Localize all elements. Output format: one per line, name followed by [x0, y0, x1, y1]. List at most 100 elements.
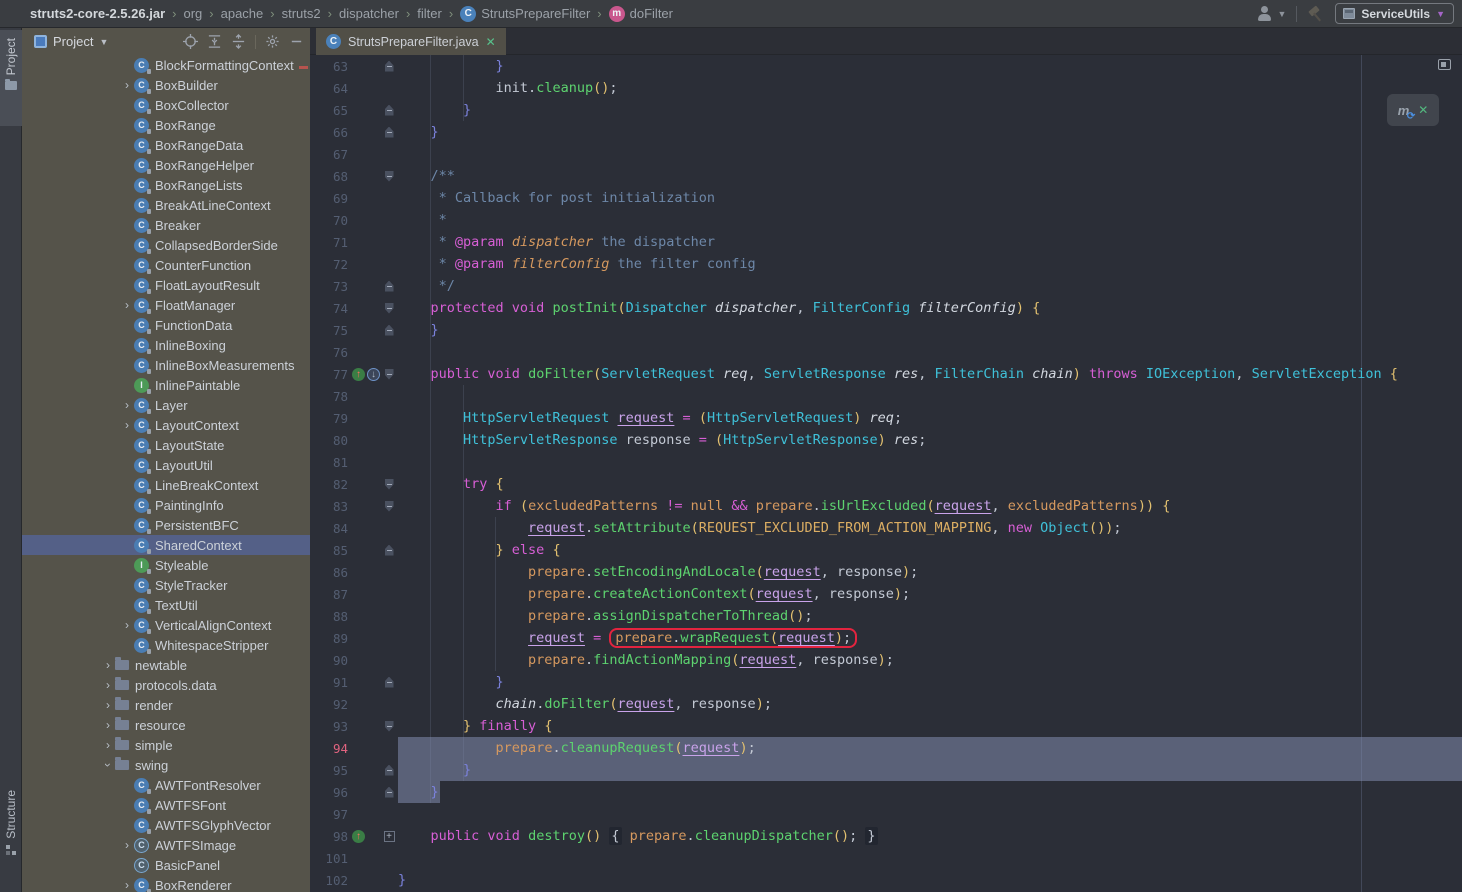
chevron-right-icon[interactable]: › — [120, 418, 134, 432]
editor-widget-icon[interactable] — [1438, 59, 1451, 70]
line-number[interactable]: 67 — [310, 147, 348, 162]
tree-item-breakatlinecontext[interactable]: CBreakAtLineContext — [22, 195, 310, 215]
line-number[interactable]: 93 — [310, 719, 348, 734]
code-line-71[interactable]: 71 * @param dispatcher the dispatcher — [310, 231, 1462, 253]
code-line-101[interactable]: 101 — [310, 847, 1462, 869]
code-text[interactable]: } — [398, 759, 471, 781]
code-text[interactable]: } — [398, 671, 504, 693]
code-line-75[interactable]: 75 } — [310, 319, 1462, 341]
gutter[interactable]: 66 — [310, 121, 398, 143]
code-line-96[interactable]: 96 } — [310, 781, 1462, 803]
fold-start-icon[interactable] — [385, 171, 394, 182]
fold-end-icon[interactable] — [385, 787, 394, 798]
code-line-89[interactable]: 89 request = prepare.wrapRequest(request… — [310, 627, 1462, 649]
code-line-72[interactable]: 72 * @param filterConfig the filter conf… — [310, 253, 1462, 275]
line-number[interactable]: 98 — [310, 829, 348, 844]
tree-item-boxrangedata[interactable]: CBoxRangeData — [22, 135, 310, 155]
code-text[interactable]: /** — [398, 165, 455, 187]
code-line-76[interactable]: 76 — [310, 341, 1462, 363]
code-line-90[interactable]: 90 prepare.findActionMapping(request, re… — [310, 649, 1462, 671]
code-line-80[interactable]: 80 HttpServletResponse response = (HttpS… — [310, 429, 1462, 451]
tool-window-button-structure[interactable]: Structure — [0, 790, 22, 892]
code-line-94[interactable]: 94 prepare.cleanupRequest(request); — [310, 737, 1462, 759]
gutter[interactable]: 80 — [310, 429, 398, 451]
gutter[interactable]: 98↑+ — [310, 825, 398, 847]
overrides-method-icon[interactable]: ↑ — [352, 830, 365, 843]
gutter[interactable]: 101 — [310, 847, 398, 869]
code-text[interactable]: public void destroy() { prepare.cleanupD… — [398, 825, 878, 847]
gutter[interactable]: 92 — [310, 693, 398, 715]
gutter[interactable]: 90 — [310, 649, 398, 671]
code-text[interactable]: * @param dispatcher the dispatcher — [398, 231, 715, 253]
chevron-right-icon[interactable]: › — [101, 678, 115, 692]
chevron-right-icon[interactable]: › — [120, 878, 134, 892]
code-text[interactable]: request.setAttribute(REQUEST_EXCLUDED_FR… — [398, 517, 1122, 539]
code-line-79[interactable]: 79 HttpServletRequest request = (HttpSer… — [310, 407, 1462, 429]
code-line-66[interactable]: 66 } — [310, 121, 1462, 143]
code-text[interactable]: } — [398, 99, 471, 121]
code-text[interactable]: prepare.setEncodingAndLocale(request, re… — [398, 561, 918, 583]
code-line-63[interactable]: 63 } — [310, 55, 1462, 77]
line-number[interactable]: 66 — [310, 125, 348, 140]
code-text[interactable]: HttpServletRequest request = (HttpServle… — [398, 407, 902, 429]
gutter[interactable]: 85 — [310, 539, 398, 561]
gutter[interactable]: 82 — [310, 473, 398, 495]
gutter[interactable]: 76 — [310, 341, 398, 363]
fold-start-icon[interactable] — [385, 721, 394, 732]
tree-item-boxrangelists[interactable]: CBoxRangeLists — [22, 175, 310, 195]
code-line-98[interactable]: 98↑+ public void destroy() { prepare.cle… — [310, 825, 1462, 847]
locate-file-icon[interactable] — [183, 34, 198, 49]
tree-item-layoutcontext[interactable]: ›CLayoutContext — [22, 415, 310, 435]
line-number[interactable]: 63 — [310, 59, 348, 74]
breadcrumb-item[interactable]: apache — [221, 6, 264, 21]
code-line-97[interactable]: 97 — [310, 803, 1462, 825]
line-number[interactable]: 68 — [310, 169, 348, 184]
gutter[interactable]: 78 — [310, 385, 398, 407]
tree-item-layer[interactable]: ›CLayer — [22, 395, 310, 415]
gutter[interactable]: 87 — [310, 583, 398, 605]
close-icon[interactable]: ✕ — [486, 35, 496, 49]
build-hammer-icon[interactable] — [1307, 6, 1325, 22]
chevron-right-icon[interactable]: › — [120, 838, 134, 852]
breadcrumb-item[interactable]: dispatcher — [339, 6, 399, 21]
fold-start-icon[interactable] — [385, 479, 394, 490]
gutter[interactable]: 97 — [310, 803, 398, 825]
code-line-95[interactable]: 95 } — [310, 759, 1462, 781]
tree-item-simple[interactable]: ›simple — [22, 735, 310, 755]
code-line-83[interactable]: 83 if (excludedPatterns != null && prepa… — [310, 495, 1462, 517]
chevron-right-icon[interactable]: › — [101, 658, 115, 672]
line-number[interactable]: 88 — [310, 609, 348, 624]
is-overridden-icon[interactable]: ↓ — [367, 368, 380, 381]
line-number[interactable]: 82 — [310, 477, 348, 492]
code-text[interactable]: chain.doFilter(request, response); — [398, 693, 772, 715]
code-text[interactable]: try { — [398, 473, 504, 495]
code-text[interactable]: } — [398, 319, 439, 341]
code-line-82[interactable]: 82 try { — [310, 473, 1462, 495]
tree-item-paintinginfo[interactable]: CPaintingInfo — [22, 495, 310, 515]
code-text[interactable]: } — [398, 869, 406, 891]
tree-item-boxcollector[interactable]: CBoxCollector — [22, 95, 310, 115]
tree-item-blockformattingcontext[interactable]: CBlockFormattingContext — [22, 55, 310, 75]
overrides-method-icon[interactable]: ↑ — [352, 368, 365, 381]
gutter[interactable]: 84 — [310, 517, 398, 539]
code-text[interactable]: } else { — [398, 539, 561, 561]
collapse-all-icon[interactable] — [231, 34, 246, 49]
tool-window-button-project[interactable]: Project — [0, 30, 22, 126]
code-line-77[interactable]: 77↑↓ public void doFilter(ServletRequest… — [310, 363, 1462, 385]
tree-item-resource[interactable]: ›resource — [22, 715, 310, 735]
breadcrumb-item[interactable]: org — [183, 6, 202, 21]
gutter[interactable]: 91 — [310, 671, 398, 693]
tree-item-awtfsfont[interactable]: CAWTFSFont — [22, 795, 310, 815]
code-line-85[interactable]: 85 } else { — [310, 539, 1462, 561]
code-line-88[interactable]: 88 prepare.assignDispatcherToThread(); — [310, 605, 1462, 627]
gutter[interactable]: 94 — [310, 737, 398, 759]
gutter[interactable]: 73 — [310, 275, 398, 297]
line-number[interactable]: 78 — [310, 389, 348, 404]
tree-item-boxbuilder[interactable]: ›CBoxBuilder — [22, 75, 310, 95]
gutter[interactable]: 86 — [310, 561, 398, 583]
fold-end-icon[interactable] — [385, 281, 394, 292]
fold-end-icon[interactable] — [385, 677, 394, 688]
run-configuration-select[interactable]: ServiceUtils ▼ — [1335, 3, 1454, 24]
gutter[interactable]: 83 — [310, 495, 398, 517]
code-text[interactable]: init.cleanup(); — [398, 77, 618, 99]
